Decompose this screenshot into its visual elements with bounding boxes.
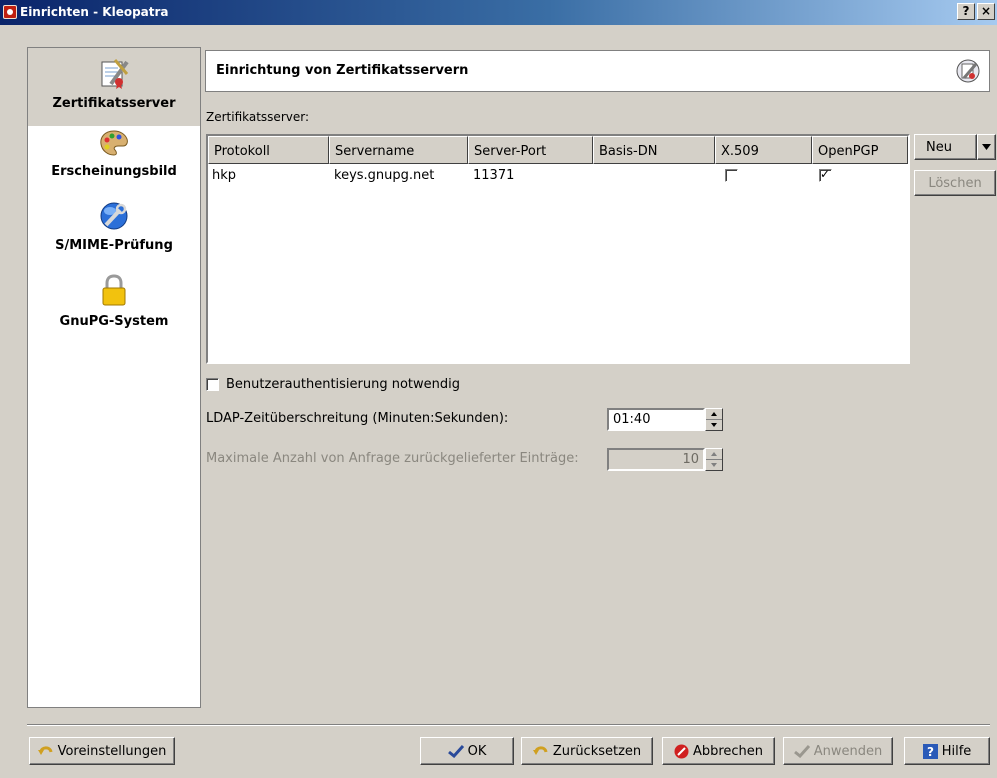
apply-button-label: Anwenden: [813, 743, 883, 759]
openpgp-checkbox[interactable]: [819, 167, 832, 182]
reset-button-label: Zurücksetzen: [552, 743, 642, 759]
delete-server-button[interactable]: Löschen: [914, 170, 996, 196]
defaults-button[interactable]: Voreinstellungen: [29, 737, 175, 765]
column-header-protokoll[interactable]: Protokoll: [208, 136, 329, 164]
help-titlebar-button[interactable]: ?: [957, 3, 975, 20]
ok-button-label: OK: [467, 743, 487, 759]
sidebar-item-erscheinungsbild[interactable]: Erscheinungsbild: [28, 128, 200, 192]
cell-port: 11371: [473, 168, 515, 183]
server-table: Protokoll Servername Server-Port Basis-D…: [206, 134, 910, 364]
column-header-basis-dn[interactable]: Basis-DN: [593, 136, 715, 164]
user-auth-checkbox[interactable]: [206, 378, 219, 391]
spin-up-icon[interactable]: [706, 409, 722, 420]
cancel-icon: [674, 744, 689, 758]
delete-button-label: Löschen: [928, 175, 982, 191]
spin-up-icon[interactable]: [706, 449, 722, 460]
servers-label: Zertifikatsserver:: [206, 110, 310, 124]
cancel-button-label: Abbrechen: [692, 743, 764, 759]
chevron-down-icon: [982, 144, 991, 150]
apply-button[interactable]: Anwenden: [783, 737, 893, 765]
sidebar-item-smime-pruefung[interactable]: S/MIME-Prüfung: [28, 200, 200, 266]
window-title: Einrichten - Kleopatra: [20, 5, 169, 19]
ldap-timeout-label: LDAP-Zeitüberschreitung (Minuten:Sekunde…: [206, 411, 509, 426]
checkmark-icon: [447, 744, 464, 758]
undo-arrow-icon: [37, 746, 53, 755]
footer-separator: [27, 724, 990, 726]
new-server-button[interactable]: Neu: [914, 134, 977, 160]
undo-arrow-icon: [532, 746, 548, 755]
cell-servername: keys.gnupg.net: [334, 168, 435, 183]
cell-protocol: hkp: [212, 168, 237, 183]
padlock-icon: [102, 274, 126, 306]
sidebar-item-label: Zertifikatsserver: [52, 96, 176, 111]
help-button[interactable]: ? Hilfe: [904, 737, 990, 765]
user-auth-label: Benutzerauthentisierung notwendig: [226, 377, 461, 392]
page-title: Einrichtung von Zertifikatsservern: [216, 63, 469, 78]
new-dropdown-button[interactable]: [977, 134, 996, 160]
sidebar-item-gnupg-system[interactable]: GnuPG-System: [28, 274, 200, 340]
x509-checkbox[interactable]: [725, 169, 738, 182]
max-entries-spinner[interactable]: [705, 448, 723, 471]
cancel-button[interactable]: Abbrechen: [662, 737, 775, 765]
ok-button[interactable]: OK: [420, 737, 514, 765]
svg-text:?: ?: [927, 745, 934, 759]
page-header: Einrichtung von Zertifikatsservern: [205, 50, 990, 92]
ldap-timeout-input[interactable]: 01:40: [607, 408, 705, 431]
table-row[interactable]: hkp keys.gnupg.net 11371: [208, 165, 908, 185]
column-header-server-port[interactable]: Server-Port: [468, 136, 593, 164]
title-bar: Einrichten - Kleopatra ? ×: [0, 0, 997, 25]
column-header-servername[interactable]: Servername: [329, 136, 468, 164]
sidebar-item-zertifikatsserver[interactable]: Zertifikatsserver: [28, 48, 200, 126]
new-button-label: Neu: [926, 139, 952, 155]
certificate-tools-icon: [956, 59, 980, 83]
palette-icon: [100, 130, 128, 156]
close-window-button[interactable]: ×: [977, 3, 995, 20]
table-header: Protokoll Servername Server-Port Basis-D…: [208, 136, 908, 164]
column-header-openpgp[interactable]: OpenPGP: [812, 136, 908, 164]
reset-button[interactable]: Zurücksetzen: [521, 737, 653, 765]
globe-wrench-icon: [100, 202, 128, 230]
ldap-timeout-spinner[interactable]: [705, 408, 723, 431]
kleopatra-app-icon: [3, 5, 17, 19]
max-entries-input[interactable]: 10: [607, 448, 705, 471]
defaults-button-label: Voreinstellungen: [57, 743, 167, 759]
sidebar-item-label: S/MIME-Prüfung: [55, 238, 173, 253]
max-entries-label: Maximale Anzahl von Anfrage zurückgelief…: [206, 451, 579, 466]
sidebar: Zertifikatsserver Erscheinungsbild S/MIM…: [27, 47, 201, 708]
sidebar-item-label: GnuPG-System: [59, 314, 169, 329]
certificate-tools-icon: [101, 59, 129, 89]
help-icon: ?: [922, 743, 938, 759]
help-button-label: Hilfe: [941, 743, 972, 759]
column-header-x509[interactable]: X.509: [715, 136, 812, 164]
sidebar-item-label: Erscheinungsbild: [51, 164, 177, 179]
spin-down-icon[interactable]: [706, 420, 722, 431]
spin-down-icon[interactable]: [706, 460, 722, 471]
checkmark-icon: [793, 744, 810, 758]
